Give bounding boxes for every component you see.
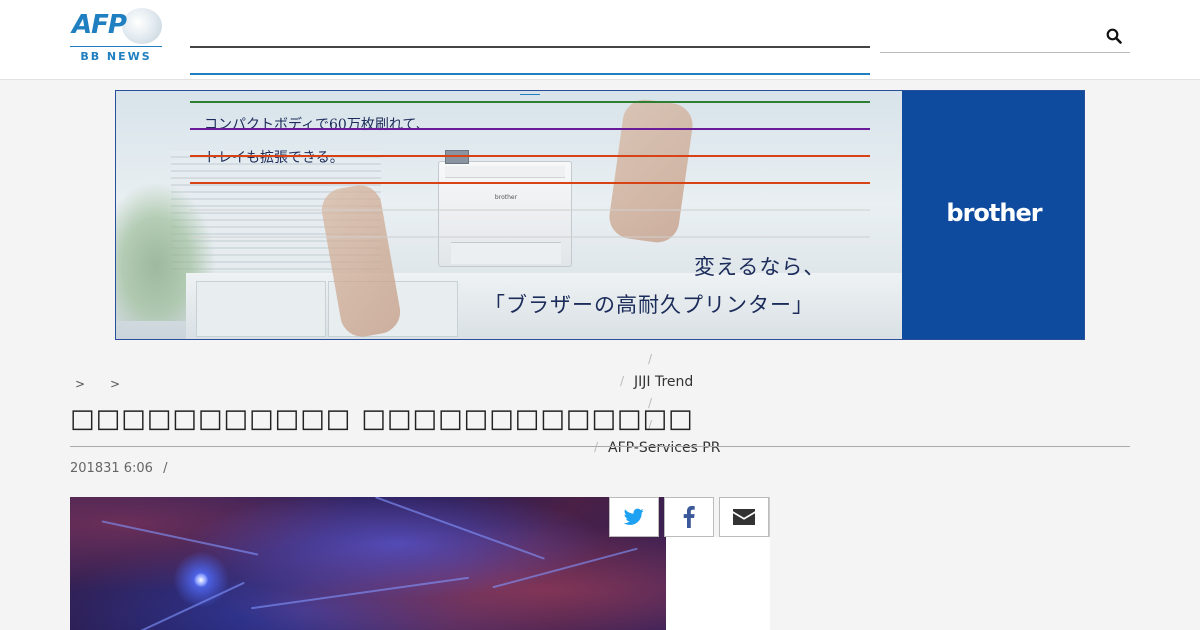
share-facebook-button[interactable] [664,497,714,537]
category-separator: / [594,440,599,454]
logo-subtitle: BB NEWS [80,50,152,63]
ad-copy-line-1: コンパクトボディで60万枚刷れて、 [204,117,430,133]
desk-drawer [196,281,326,337]
meta-separator: / [163,461,168,476]
printer-tray [451,242,561,264]
share-column [609,497,770,630]
facebook-icon [683,506,695,528]
printer-top [445,166,565,178]
category-separator: / [620,374,625,388]
site-header: AFP BB NEWS [0,0,1200,80]
share-email-button[interactable] [719,497,769,537]
logo-text: AFP [72,10,127,40]
image-filament [101,520,259,556]
image-filament [135,581,245,630]
globe-icon [122,8,162,44]
nav-overlay-line [190,101,870,103]
printer-image: brother [438,150,572,267]
nav-overlay-line [190,128,870,130]
article-date: 201831 6:06 [70,461,153,476]
breadcrumb-separator: > [75,377,86,391]
nav-overlay-line [190,155,870,157]
search-icon[interactable] [1106,28,1122,44]
nav-overlay-line [190,182,870,184]
nav-indicator [520,94,540,95]
afp-bb-news-logo[interactable]: AFP BB NEWS [70,8,162,66]
logo-rule [70,46,162,47]
title-divider [70,446,1130,447]
twitter-icon [624,508,644,525]
article-meta: 201831 6:06 / [70,461,167,476]
printer-brand-label: brother [494,194,518,201]
share-panel [666,537,770,630]
image-filament [250,576,470,610]
ad-brand-panel: brother [902,91,1084,339]
main-nav-bar[interactable] [190,46,870,48]
brother-logo: brother [946,199,1042,227]
article-title: □□□□□□□□□□□ □□□□□□□□□□□□□ [70,404,694,434]
bright-star [194,573,208,587]
ad-headline-1: 変えるなら、 [694,255,826,279]
image-filament [375,497,545,560]
ad-copy-line-2: トレイも拡張できる。 [204,150,344,166]
nav-overlay-line [190,209,870,211]
email-icon [733,509,755,525]
sub-nav-bar[interactable] [190,73,870,75]
printer-panel [445,150,469,164]
category-separator: / [648,352,653,366]
hand-right [606,96,696,246]
nav-overlay-line [190,236,870,238]
breadcrumb-separator: > [110,377,121,391]
ad-headline-2: 「ブラザーの高耐久プリンター」 [484,293,814,317]
share-twitter-button[interactable] [609,497,659,537]
search-input[interactable] [880,26,1100,48]
article-image[interactable] [70,497,666,630]
category-link-jiji-trend[interactable]: JIJI Trend [634,374,693,390]
category-link-afp-services-pr[interactable]: AFP-Services PR [608,440,720,456]
search-box [880,22,1130,53]
